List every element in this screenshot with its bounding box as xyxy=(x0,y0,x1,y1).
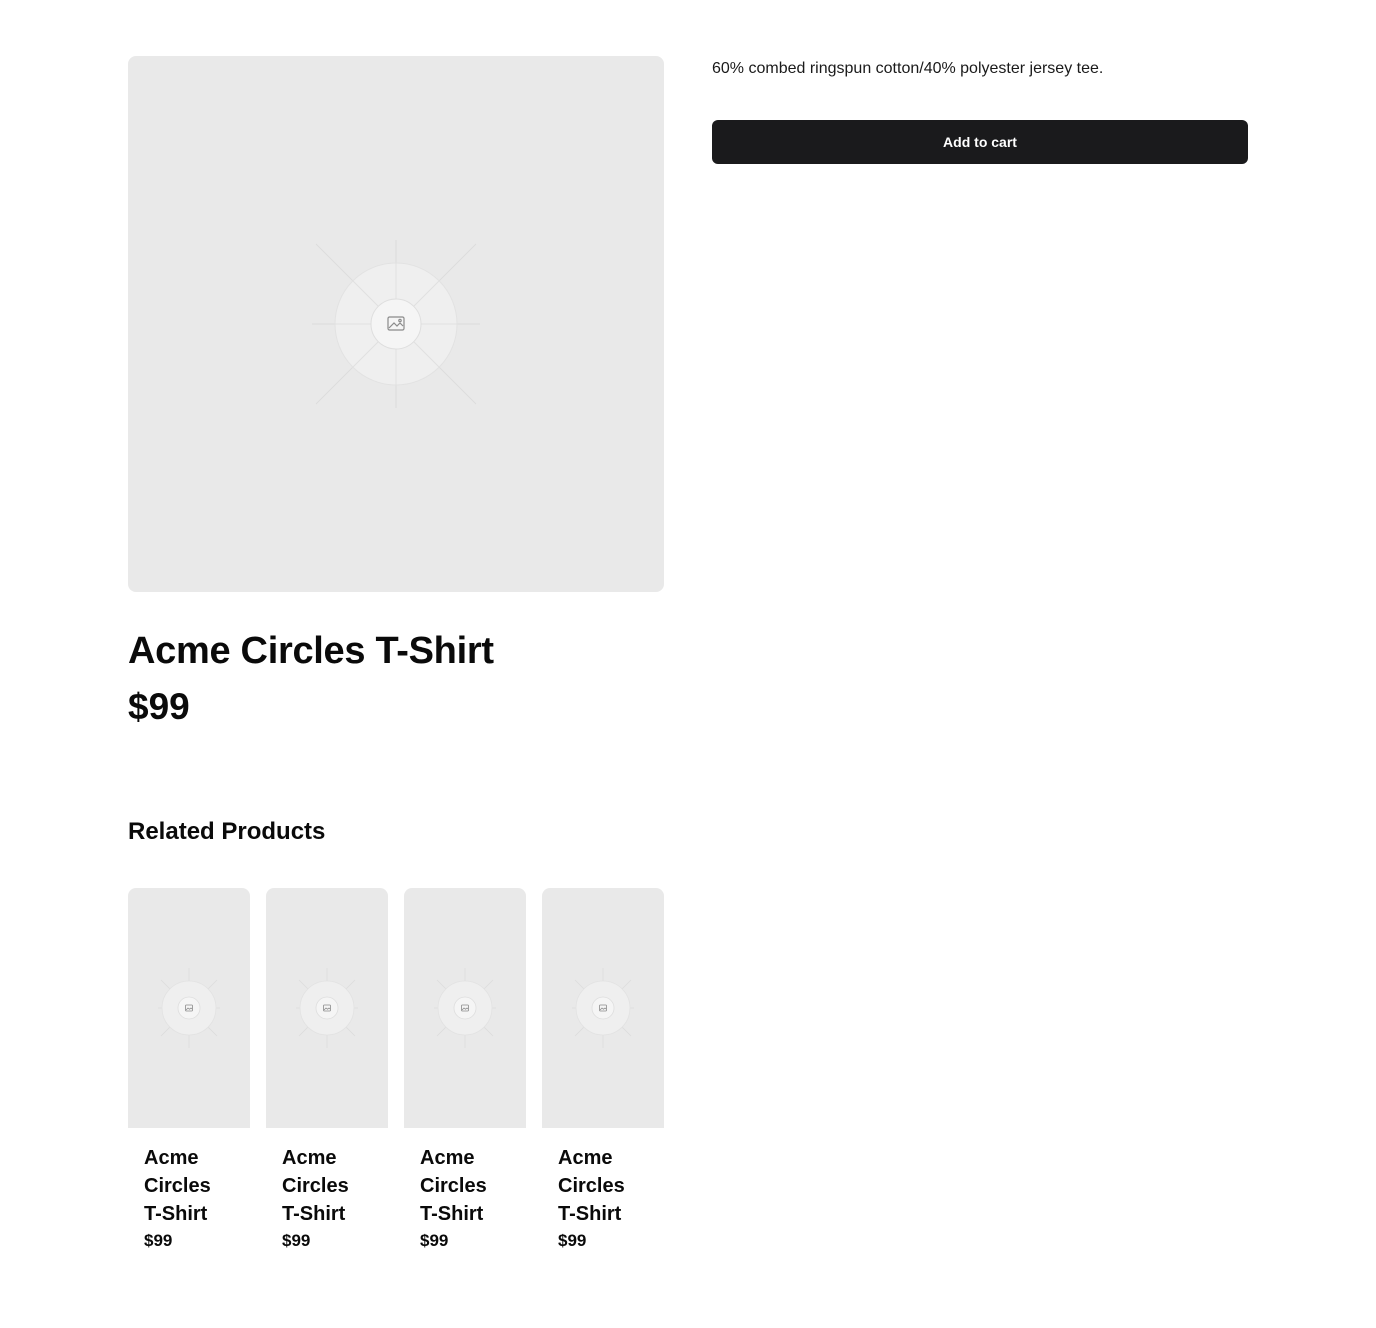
product-image xyxy=(128,56,664,592)
related-products-heading: Related Products xyxy=(128,818,326,845)
image-placeholder-icon xyxy=(572,968,634,1048)
image-placeholder-icon xyxy=(312,240,480,408)
add-to-cart-button[interactable]: Add to cart xyxy=(712,120,1248,164)
image-placeholder-icon xyxy=(296,968,358,1048)
related-product-card[interactable]: Acme Circles T-Shirt $99 xyxy=(128,888,250,1252)
related-product-card[interactable]: Acme Circles T-Shirt $99 xyxy=(542,888,664,1252)
related-product-title[interactable]: Acme Circles T-Shirt xyxy=(144,1144,224,1228)
related-product-card[interactable]: Acme Circles T-Shirt $99 xyxy=(266,888,388,1252)
related-product-image[interactable] xyxy=(266,888,388,1128)
related-product-image[interactable] xyxy=(542,888,664,1128)
product-price: $99 xyxy=(128,686,190,727)
image-placeholder-icon xyxy=(158,968,220,1048)
product-page: 60% combed ringspun cotton/40% polyester… xyxy=(0,0,1376,1328)
related-products-list: Acme Circles T-Shirt $99 Acme Circles T-… xyxy=(128,888,664,1252)
image-placeholder-icon xyxy=(434,968,496,1048)
related-product-image[interactable] xyxy=(404,888,526,1128)
related-product-price: $99 xyxy=(282,1231,311,1250)
product-title: Acme Circles T-Shirt xyxy=(128,630,494,672)
related-product-price: $99 xyxy=(144,1231,173,1250)
related-product-title[interactable]: Acme Circles T-Shirt xyxy=(558,1144,638,1228)
related-product-card[interactable]: Acme Circles T-Shirt $99 xyxy=(404,888,526,1252)
related-product-title[interactable]: Acme Circles T-Shirt xyxy=(420,1144,500,1228)
related-product-price: $99 xyxy=(558,1231,587,1250)
related-product-title[interactable]: Acme Circles T-Shirt xyxy=(282,1144,362,1228)
related-product-image[interactable] xyxy=(128,888,250,1128)
product-description: 60% combed ringspun cotton/40% polyester… xyxy=(712,60,1104,77)
related-product-price: $99 xyxy=(420,1231,449,1250)
